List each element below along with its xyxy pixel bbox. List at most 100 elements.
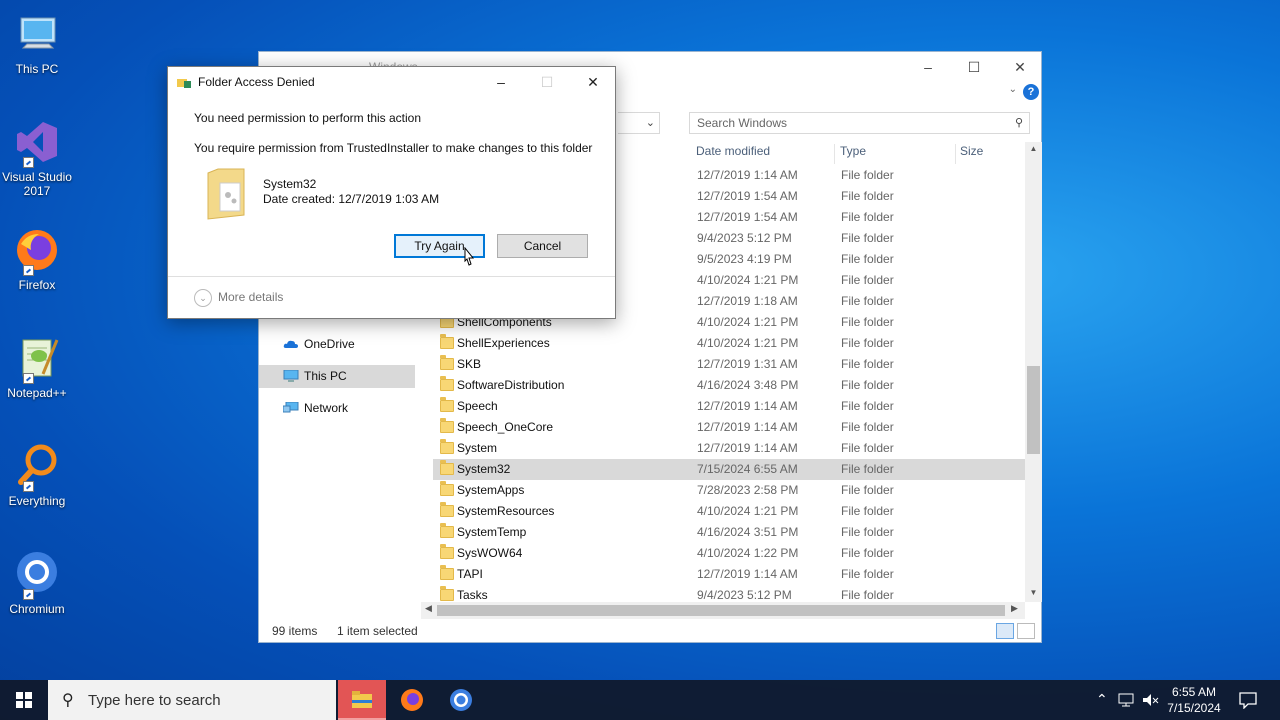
maximize-button[interactable]: ☐ — [951, 52, 997, 82]
dialog-minimize-button[interactable]: – — [478, 67, 524, 97]
search-icon: ⚲ — [1014, 117, 1023, 129]
firefox-icon — [401, 689, 423, 711]
scroll-right-icon[interactable]: ▶ — [1011, 603, 1018, 614]
taskbar-clock[interactable]: 6:55 AM 7/15/2024 — [1160, 684, 1228, 716]
desktop-icon-everything[interactable]: Everything — [0, 442, 74, 508]
scroll-left-icon[interactable]: ◀ — [425, 603, 432, 614]
cancel-button[interactable]: Cancel — [497, 234, 588, 258]
windows-logo-icon — [16, 692, 32, 708]
more-details-toggle[interactable]: More details — [218, 290, 283, 304]
taskbar-search-box[interactable]: ⚲ Type here to search — [48, 680, 336, 720]
shortcut-arrow-icon — [23, 589, 34, 600]
action-center-icon[interactable] — [1238, 691, 1258, 709]
desktop-icon-label: Firefox — [18, 278, 56, 292]
table-row[interactable]: SKB 12/7/2019 1:31 AM File folder — [433, 354, 1025, 375]
chevron-down-icon[interactable]: ⌄ — [194, 289, 212, 307]
dialog-close-button[interactable]: ✕ — [570, 67, 616, 97]
large-icons-view-icon[interactable] — [1017, 623, 1035, 639]
folder-icon — [440, 481, 454, 496]
table-row[interactable]: System 12/7/2019 1:14 AM File folder — [433, 438, 1025, 459]
folder-name: System32 — [263, 177, 317, 191]
desktop-icon-this-pc[interactable]: This PC — [0, 10, 74, 76]
desktop-icon-firefox[interactable]: Firefox — [0, 226, 74, 292]
nav-label: Network — [304, 401, 349, 415]
close-button[interactable]: ✕ — [997, 52, 1043, 82]
nav-label: This PC — [304, 369, 347, 383]
table-row[interactable]: Tasks 9/4/2023 5:12 PM File folder — [433, 585, 1025, 602]
start-button[interactable] — [0, 680, 48, 720]
nav-item-network[interactable]: Network — [259, 397, 415, 420]
scrollbar-thumb[interactable] — [437, 605, 1005, 616]
table-row-selected[interactable]: System32 7/15/2024 6:55 AM File folder — [433, 459, 1025, 480]
scrollbar-thumb[interactable] — [1027, 366, 1040, 454]
desktop-icon-label: Visual Studio 2017 — [2, 170, 72, 198]
dialog-title: Folder Access Denied — [198, 75, 315, 89]
folder-icon — [440, 397, 454, 412]
column-divider[interactable] — [955, 144, 956, 164]
column-size[interactable]: Size — [960, 144, 983, 164]
vertical-scrollbar[interactable]: ▲ ▼ — [1025, 142, 1042, 602]
folder-icon — [440, 586, 454, 601]
nav-item-this-pc[interactable]: This PC — [259, 365, 415, 388]
dialog-heading: You need permission to perform this acti… — [194, 111, 422, 125]
desktop-icon-label: Chromium — [9, 602, 65, 616]
table-row[interactable]: TAPI 12/7/2019 1:14 AM File folder — [433, 564, 1025, 585]
folder-icon — [440, 565, 454, 580]
table-row[interactable]: SystemTemp 4/16/2024 3:51 PM File folder — [433, 522, 1025, 543]
folder-icon — [440, 544, 454, 559]
taskbar-search-placeholder: Type here to search — [88, 692, 221, 709]
shortcut-arrow-icon — [23, 481, 34, 492]
table-row[interactable]: SoftwareDistribution 4/16/2024 3:48 PM Fil… — [433, 375, 1025, 396]
folder-icon — [440, 355, 454, 370]
monitor-icon — [13, 10, 61, 58]
column-date-modified[interactable]: Date modified — [696, 144, 770, 164]
scroll-up-icon[interactable]: ▲ — [1025, 144, 1042, 153]
everything-search-icon — [13, 442, 61, 492]
search-input[interactable]: Search Windows ⚲ — [689, 112, 1030, 134]
details-view-icon[interactable] — [996, 623, 1014, 639]
minimize-button[interactable]: – — [905, 52, 951, 82]
visual-studio-icon — [13, 118, 61, 168]
folder-icon — [440, 460, 454, 475]
column-type[interactable]: Type — [840, 144, 866, 164]
horizontal-scrollbar[interactable]: ◀ ▶ — [421, 602, 1025, 619]
taskbar-firefox[interactable] — [388, 680, 436, 720]
item-count: 99 items — [272, 624, 318, 638]
folder-icon — [207, 168, 245, 220]
scroll-down-icon[interactable]: ▼ — [1025, 588, 1042, 597]
folder-icon — [440, 418, 454, 433]
shortcut-arrow-icon — [23, 265, 34, 276]
help-icon[interactable]: ? — [1023, 84, 1039, 100]
desktop-icon-label: Notepad++ — [7, 386, 67, 400]
clock-time: 6:55 AM — [1171, 685, 1217, 699]
folder-icon — [440, 376, 454, 391]
table-row[interactable]: SysWOW64 4/10/2024 1:22 PM File folder — [433, 543, 1025, 564]
desktop-icon-notepadpp[interactable]: Notepad++ — [0, 334, 74, 400]
table-row[interactable]: SystemResources 4/10/2024 1:21 PM File fol… — [433, 501, 1025, 522]
notepadpp-icon — [13, 334, 61, 384]
table-row[interactable]: Speech_OneCore 12/7/2019 1:14 AM File fold… — [433, 417, 1025, 438]
column-divider[interactable] — [834, 144, 835, 164]
search-icon: ⚲ — [62, 692, 74, 709]
volume-muted-icon[interactable] — [1141, 692, 1159, 708]
table-row[interactable]: SystemApps 7/28/2023 2:58 PM File folder — [433, 480, 1025, 501]
table-row[interactable]: ShellExperiences 4/10/2024 1:21 PM File fo… — [433, 333, 1025, 354]
folder-date-created: Date created: 12/7/2019 1:03 AM — [263, 192, 440, 206]
desktop-icon-chromium[interactable]: Chromium — [0, 550, 74, 616]
taskbar: ⚲ Type here to search ⌃ 6:55 AM 7/15/202… — [0, 680, 1280, 720]
taskbar-chromium[interactable] — [437, 680, 485, 720]
chromium-icon — [450, 689, 472, 711]
expand-ribbon-icon[interactable]: ⌄ — [1009, 84, 1017, 95]
dialog-maximize-button: ☐ — [540, 74, 554, 90]
taskbar-file-explorer[interactable] — [338, 680, 386, 720]
address-bar-dropdown[interactable]: ⌄ — [618, 112, 660, 134]
show-hidden-icons-chevron-up-icon[interactable]: ⌃ — [1096, 691, 1108, 708]
onedrive-icon — [283, 340, 298, 348]
chevron-down-icon: ⌄ — [645, 117, 655, 129]
folder-shield-icon — [177, 79, 191, 88]
network-icon[interactable] — [1118, 692, 1136, 708]
desktop-icon-visual-studio[interactable]: Visual Studio 2017 — [0, 118, 74, 198]
chromium-icon — [13, 550, 61, 600]
table-row[interactable]: Speech 12/7/2019 1:14 AM File folder — [433, 396, 1025, 417]
nav-item-onedrive[interactable]: OneDrive — [259, 333, 415, 356]
